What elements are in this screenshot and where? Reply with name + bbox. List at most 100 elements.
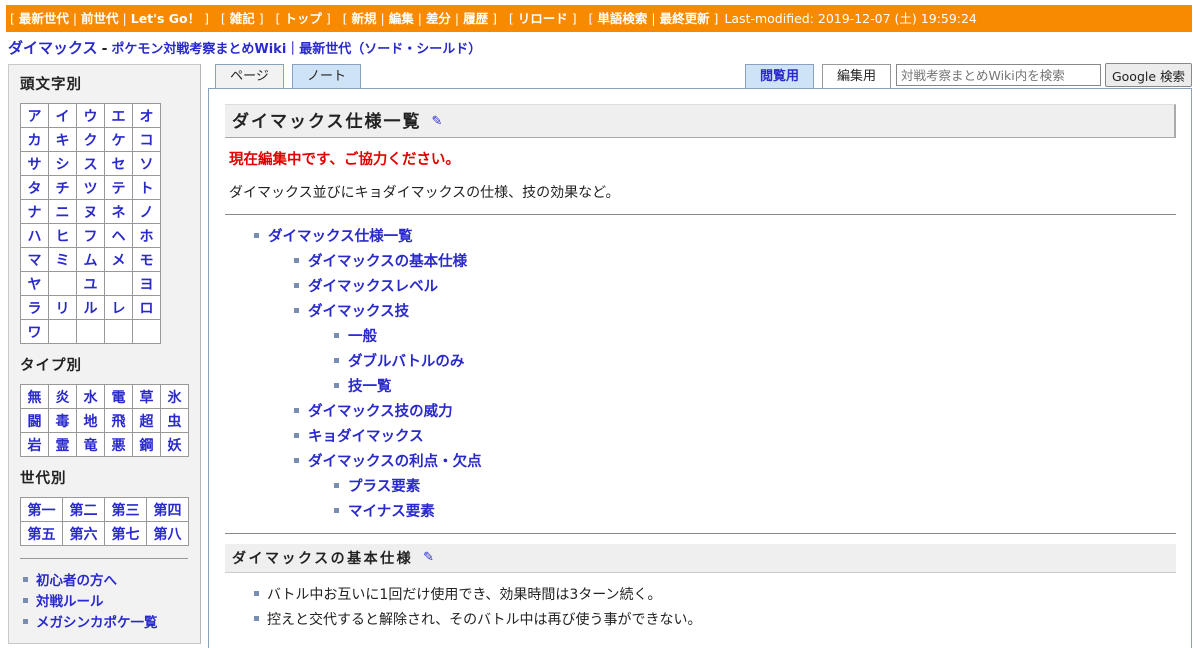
wiki-name-link[interactable]: ポケモン対戦考察まとめWiki｜最新世代（ソード・シールド） [111, 42, 481, 57]
kana-index-cell[interactable]: チ [48, 175, 77, 200]
kana-index-cell[interactable]: イ [48, 103, 77, 128]
toc-item-move-list[interactable]: 技一覧 [334, 376, 392, 398]
nav-top[interactable]: トップ [284, 11, 322, 26]
kana-index-cell[interactable]: カ [20, 127, 49, 152]
generation-index-cell[interactable]: 第七 [104, 521, 147, 546]
toc-item-cons[interactable]: マイナス要素 [334, 501, 435, 523]
type-index-cell[interactable]: 電 [104, 384, 133, 409]
kana-index-cell[interactable]: ノ [132, 199, 161, 224]
tab-view-mode[interactable]: 閲覧用 [745, 64, 814, 89]
nav-edit[interactable]: 編集 [389, 11, 414, 26]
kana-index-cell[interactable]: ク [76, 127, 105, 152]
kana-index-cell[interactable]: ハ [20, 223, 49, 248]
kana-index-cell[interactable]: レ [104, 295, 133, 320]
toc-item-overview[interactable]: ダイマックス仕様一覧 [254, 226, 413, 248]
kana-index-cell[interactable]: ナ [20, 199, 49, 224]
type-index-cell[interactable]: 竜 [76, 432, 105, 457]
type-index-cell[interactable]: 炎 [48, 384, 77, 409]
sidebar-item-battle-rules[interactable]: 対戦ルール [20, 592, 189, 613]
kana-index-cell[interactable]: ヨ [132, 271, 161, 296]
nav-history[interactable]: 履歴 [463, 11, 488, 26]
sidebar-item-mega-list[interactable]: メガシンカポケ一覧 [20, 613, 189, 634]
kana-index-cell[interactable]: ホ [132, 223, 161, 248]
kana-index-cell[interactable]: テ [104, 175, 133, 200]
page-name-link[interactable]: ダイマックス [8, 39, 98, 57]
kana-index-cell[interactable]: ネ [104, 199, 133, 224]
search-input[interactable] [896, 64, 1101, 86]
kana-index-cell[interactable]: ロ [132, 295, 161, 320]
generation-index-cell[interactable]: 第三 [104, 497, 147, 522]
pencil-icon[interactable]: ✎ [432, 105, 443, 138]
kana-index-cell[interactable]: セ [104, 151, 133, 176]
kana-index-cell[interactable]: ニ [48, 199, 77, 224]
kana-index-cell[interactable]: オ [132, 103, 161, 128]
generation-index-cell[interactable]: 第八 [146, 521, 189, 546]
generation-index-cell[interactable]: 第五 [20, 521, 63, 546]
sidebar-item-beginners[interactable]: 初心者の方へ [20, 571, 189, 592]
type-index-cell[interactable]: 悪 [104, 432, 133, 457]
kana-index-cell[interactable]: ラ [20, 295, 49, 320]
toc-item-dynamax-level[interactable]: ダイマックスレベル [294, 276, 438, 298]
type-index-cell[interactable]: 闘 [20, 408, 49, 433]
kana-index-cell[interactable]: ア [20, 103, 49, 128]
kana-index-cell[interactable]: コ [132, 127, 161, 152]
type-index-cell[interactable]: 無 [20, 384, 49, 409]
generation-index-cell[interactable]: 第一 [20, 497, 63, 522]
kana-index-cell[interactable]: モ [132, 247, 161, 272]
generation-index-cell[interactable]: 第六 [62, 521, 105, 546]
type-index-cell[interactable]: 水 [76, 384, 105, 409]
toc-item-doubles-only[interactable]: ダブルバトルのみ [334, 351, 464, 373]
type-index-cell[interactable]: 飛 [104, 408, 133, 433]
toc-item-move-power[interactable]: ダイマックス技の威力 [294, 401, 453, 423]
type-index-cell[interactable]: 鋼 [132, 432, 161, 457]
kana-index-cell[interactable]: ヘ [104, 223, 133, 248]
nav-word-search[interactable]: 単語検索 [597, 11, 647, 26]
toc-item-pros[interactable]: プラス要素 [334, 476, 420, 498]
nav-prev-gen[interactable]: 前世代 [81, 11, 119, 26]
kana-index-cell[interactable]: ス [76, 151, 105, 176]
kana-index-cell[interactable]: ウ [76, 103, 105, 128]
nav-lets-go[interactable]: Let's Go！ [131, 11, 200, 26]
nav-zakki[interactable]: 雑記 [230, 11, 255, 26]
kana-index-cell[interactable]: ユ [76, 271, 105, 296]
nav-reload[interactable]: リロード [518, 11, 568, 26]
google-search-button[interactable]: Google 検索 [1105, 63, 1192, 87]
kana-index-cell[interactable]: フ [76, 223, 105, 248]
kana-index-cell[interactable]: キ [48, 127, 77, 152]
type-index-cell[interactable]: 霊 [48, 432, 77, 457]
type-index-cell[interactable]: 氷 [160, 384, 189, 409]
type-index-cell[interactable]: 毒 [48, 408, 77, 433]
kana-index-cell[interactable]: ソ [132, 151, 161, 176]
tab-page[interactable]: ページ [215, 64, 284, 89]
kana-index-cell[interactable]: エ [104, 103, 133, 128]
generation-index-cell[interactable]: 第四 [146, 497, 189, 522]
kana-index-cell[interactable]: マ [20, 247, 49, 272]
kana-index-cell[interactable]: ミ [48, 247, 77, 272]
tab-edit-mode[interactable]: 編集用 [822, 64, 891, 89]
type-index-cell[interactable]: 虫 [160, 408, 189, 433]
type-index-cell[interactable]: 妖 [160, 432, 189, 457]
nav-recent-changes[interactable]: 最終更新 [660, 11, 710, 26]
kana-index-cell[interactable]: ト [132, 175, 161, 200]
toc-item-basic-spec[interactable]: ダイマックスの基本仕様 [294, 251, 467, 273]
generation-index-cell[interactable]: 第二 [62, 497, 105, 522]
kana-index-cell[interactable]: シ [48, 151, 77, 176]
toc-item-general[interactable]: 一般 [334, 326, 377, 348]
kana-index-cell[interactable]: サ [20, 151, 49, 176]
kana-index-cell[interactable]: ム [76, 247, 105, 272]
pencil-icon[interactable]: ✎ [423, 544, 434, 572]
kana-index-cell[interactable]: ヌ [76, 199, 105, 224]
kana-index-cell[interactable]: ケ [104, 127, 133, 152]
kana-index-cell[interactable]: ワ [20, 319, 49, 344]
kana-index-cell[interactable]: タ [20, 175, 49, 200]
kana-index-cell[interactable]: メ [104, 247, 133, 272]
type-index-cell[interactable]: 岩 [20, 432, 49, 457]
kana-index-cell[interactable]: ル [76, 295, 105, 320]
toc-item-gigantamax[interactable]: キョダイマックス [294, 426, 424, 448]
toc-item-max-moves[interactable]: ダイマックス技 [294, 301, 409, 323]
type-index-cell[interactable]: 草 [132, 384, 161, 409]
nav-latest-gen[interactable]: 最新世代 [19, 11, 69, 26]
kana-index-cell[interactable]: ツ [76, 175, 105, 200]
tab-note[interactable]: ノート [292, 64, 361, 89]
kana-index-cell[interactable]: リ [48, 295, 77, 320]
